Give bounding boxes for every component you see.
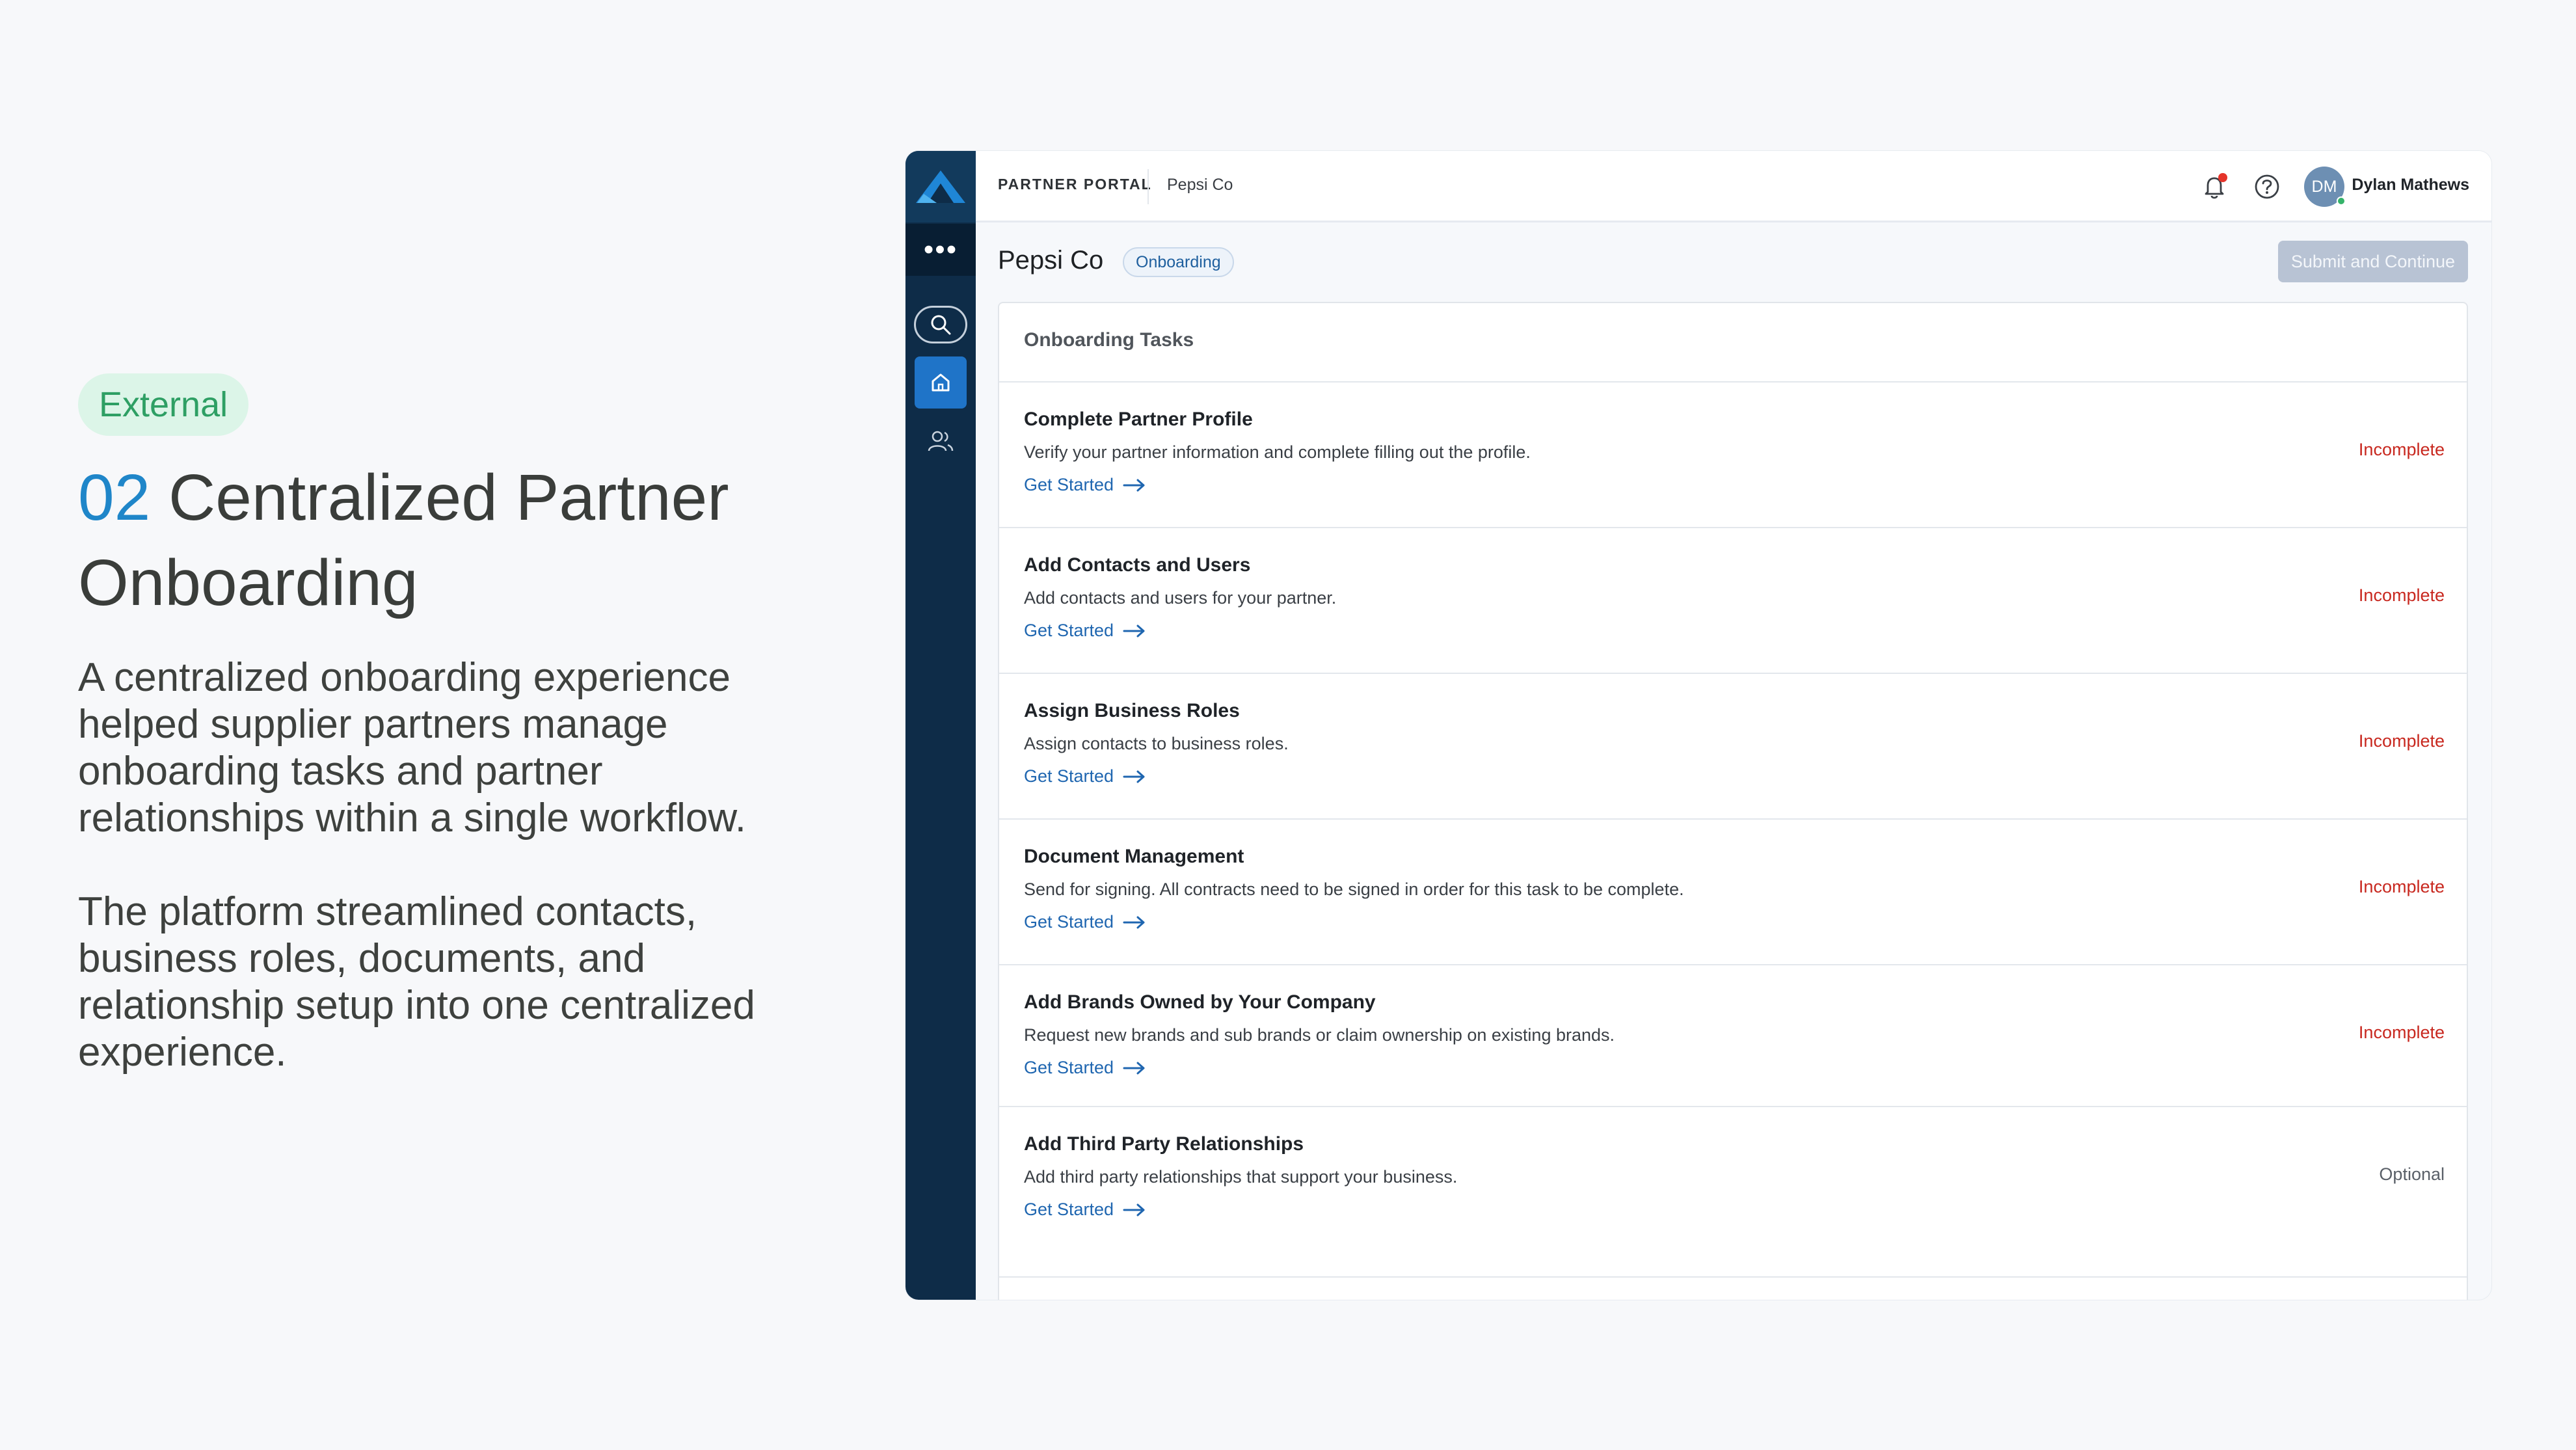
task-title: Add Contacts and Users [1024,554,1251,576]
task-description: Send for signing. All contracts need to … [1024,879,1684,899]
task-status: Incomplete [2358,440,2445,459]
online-status-dot [2337,196,2346,206]
task-description: Verify your partner information and comp… [1024,442,1531,462]
slide: External 02 Centralized Partner Onboardi… [0,0,2576,1450]
link-label: Get Started [1024,475,1114,494]
task-description: Add third party relationships that suppo… [1024,1167,1458,1187]
headline-text: Centralized Partner Onboarding [78,461,729,619]
home-icon[interactable] [915,356,967,409]
task-status: Incomplete [2358,877,2445,896]
task-item: Add Contacts and Users Add contacts and … [999,528,2467,674]
arrow-right-icon [1123,479,1145,491]
search-icon[interactable] [914,306,967,343]
company-breadcrumb[interactable]: Pepsi Co [1167,176,1233,195]
get-started-link[interactable]: Get Started [1024,766,1146,786]
category-tag: External [78,373,249,436]
get-started-link[interactable]: Get Started [1024,1058,1146,1078]
more-icon[interactable]: ••• [906,224,976,276]
task-description: Add contacts and users for your partner. [1024,588,1337,608]
task-title: Add Third Party Relationships [1024,1133,1304,1155]
link-label: Get Started [1024,1058,1114,1077]
task-item: Add Third Party Relationships Add third … [999,1107,2467,1278]
user-name[interactable]: Dylan Mathews [2352,176,2469,195]
task-status: Optional [2379,1164,2445,1184]
description-paragraph-1: A centralized onboarding experience help… [78,655,746,840]
arrow-right-icon [1123,1203,1145,1216]
side-rail: ••• [906,151,976,1300]
brand-logo-icon[interactable] [906,151,976,222]
portal-label: PARTNER PORTAL [998,176,1152,193]
header-divider [1147,169,1149,204]
task-item: Assign Business Roles Assign contacts to… [999,674,2467,820]
task-description: Request new brands and sub brands or cla… [1024,1025,1615,1045]
arrow-right-icon [1123,916,1145,928]
get-started-link[interactable]: Get Started [1024,621,1146,641]
arrow-right-icon [1123,1062,1145,1074]
notification-dot [2218,173,2227,182]
link-label: Get Started [1024,1200,1114,1219]
link-label: Get Started [1024,621,1114,640]
task-item: Add Brands Owned by Your Company Request… [999,965,2467,1107]
get-started-link[interactable]: Get Started [1024,475,1146,495]
task-description: Assign contacts to business roles. [1024,734,1289,753]
task-status: Incomplete [2358,1023,2445,1042]
onboarding-tasks-panel: Onboarding Tasks Complete Partner Profil… [998,302,2468,1300]
section-number: 02 [78,461,151,534]
status-badge: Onboarding [1123,247,1234,277]
task-status: Incomplete [2358,731,2445,751]
get-started-link[interactable]: Get Started [1024,912,1146,932]
task-status: Incomplete [2358,585,2445,605]
top-bar: PARTNER PORTAL Pepsi Co DM Dylan Mathews [976,151,2491,222]
task-title: Complete Partner Profile [1024,409,1253,430]
link-label: Get Started [1024,766,1114,786]
link-label: Get Started [1024,912,1114,932]
panel-title: Onboarding Tasks [1024,329,1194,351]
task-title: Add Brands Owned by Your Company [1024,991,1376,1013]
page-title: Pepsi Co [998,246,1104,275]
task-item: Document Management Send for signing. Al… [999,820,2467,965]
task-title: Assign Business Roles [1024,700,1240,721]
task-title: Document Management [1024,846,1244,867]
app-window: ••• PARTNER PORTAL Pepsi Co DM Dylan Mat… [906,151,2491,1300]
arrow-right-icon [1123,770,1145,783]
submit-and-continue-button[interactable]: Submit and Continue [2277,241,2468,282]
description-paragraph-2: The platform streamlined contacts, busin… [78,889,755,1075]
arrow-right-icon [1123,624,1145,637]
help-icon[interactable] [2253,173,2281,200]
get-started-link[interactable]: Get Started [1024,1200,1146,1220]
task-item: Complete Partner Profile Verify your par… [999,383,2467,528]
users-icon[interactable] [915,415,967,467]
slide-headline: 02 Centralized Partner Onboarding [78,455,859,626]
